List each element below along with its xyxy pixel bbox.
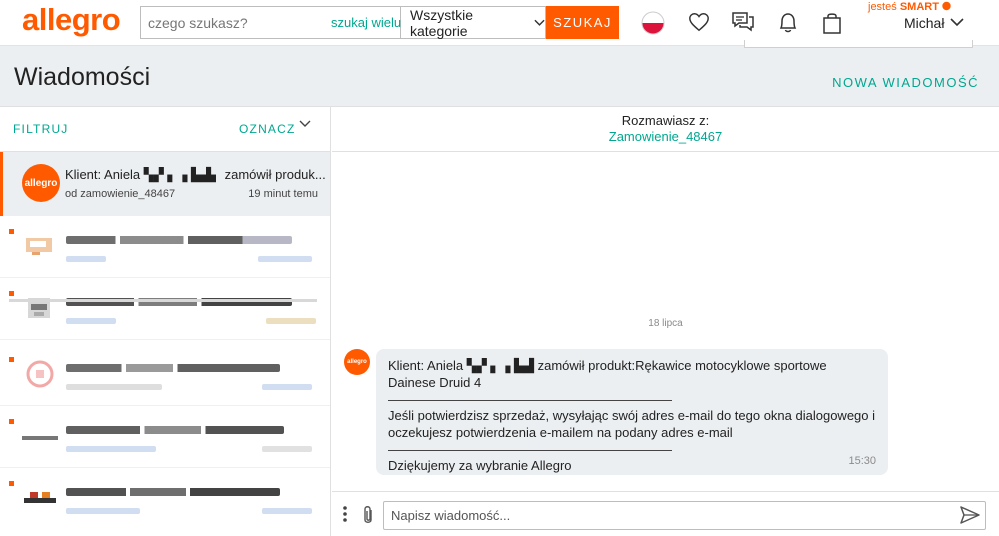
send-icon[interactable]	[959, 505, 981, 525]
unread-dot	[9, 291, 14, 296]
pixelated-text	[66, 488, 280, 496]
pixelated-thumbnail	[26, 360, 54, 388]
list-item[interactable]	[0, 468, 330, 530]
message-line: oczekujesz potwierdzenia e-mailem na pod…	[388, 425, 733, 440]
list-item[interactable]	[0, 216, 330, 278]
message-line: Dziękujemy za wybranie Allegro	[388, 458, 572, 473]
conversation-item-active[interactable]: allegro Klient: Aniela ▚▞ ▖▗ ▙▟▖ zamówił…	[0, 152, 330, 216]
mark-button[interactable]: OZNACZ	[239, 122, 296, 136]
pixelated-thumbnail	[26, 238, 52, 255]
more-options-icon[interactable]	[341, 504, 349, 524]
mark-chevron-icon[interactable]	[299, 120, 311, 128]
smart-label: SMART	[899, 1, 939, 13]
list-item[interactable]	[0, 406, 330, 468]
search-button[interactable]: SZUKAJ	[546, 6, 619, 39]
chevron-down-icon	[534, 19, 545, 26]
user-name[interactable]: Michał	[904, 15, 944, 31]
unread-dot	[9, 419, 14, 424]
pixelated-text	[66, 318, 116, 324]
list-toolbar: FILTRUJ OZNACZ	[0, 107, 330, 152]
pixelated-thumbnail	[24, 492, 56, 503]
unread-dot	[9, 481, 14, 486]
pixelated-thumbnail	[22, 436, 58, 440]
pixelated-text	[258, 256, 312, 262]
list-item[interactable]	[0, 344, 330, 406]
message-avatar: allegro	[344, 349, 370, 375]
smart-info-icon	[942, 1, 951, 11]
chatting-with-label: Rozmawiasz z:	[621, 113, 710, 128]
pixelated-text	[66, 426, 284, 434]
category-select[interactable]: Wszystkie kategorie	[400, 6, 546, 39]
user-menu-chevron-icon[interactable]	[950, 18, 964, 27]
pixelated-text	[266, 318, 316, 324]
conversation-view: Rozmawiasz z: Zamowienie_48467 18 lipca …	[332, 107, 999, 536]
conversation-list: FILTRUJ OZNACZ allegro Klient: Aniela ▚▞…	[0, 107, 331, 536]
message-line: Jeśli potwierdzisz sprzedaż, wysyłając s…	[388, 408, 876, 423]
pixelated-text	[66, 236, 292, 244]
message-divider	[388, 393, 672, 401]
seller-avatar: allegro	[22, 164, 60, 202]
chatting-with-link[interactable]: Zamowienie_48467	[332, 129, 999, 144]
category-label: Wszystkie kategorie	[410, 6, 473, 39]
message-divider	[388, 443, 672, 451]
pixelated-text	[262, 446, 312, 452]
message-input[interactable]	[383, 501, 986, 530]
unread-dot	[9, 357, 14, 362]
new-message-button[interactable]: NOWA WIADOMOŚĆ	[832, 75, 979, 90]
page-title: Wiadomości	[14, 63, 151, 91]
conversation-time: 19 minut temu	[248, 188, 318, 200]
scroll-divider	[9, 299, 317, 302]
pixelated-text	[66, 384, 162, 390]
filter-button[interactable]: FILTRUJ	[13, 122, 69, 136]
message-bubble: Klient: Aniela ▚▞ ▖▗ ▙▟ zamówił produkt:…	[376, 349, 888, 475]
dropdown-edge	[744, 40, 973, 48]
list-item[interactable]	[0, 278, 330, 340]
allegro-logo[interactable]: allegro	[22, 2, 121, 38]
conversation-title: Klient: Aniela ▚▞ ▖▗ ▙▟▖ zamówił produk.…	[65, 167, 326, 182]
date-separator: 18 lipca	[648, 318, 683, 329]
conversation-header: Rozmawiasz z: Zamowienie_48467	[332, 107, 999, 152]
bell-icon[interactable]	[777, 11, 799, 35]
smart-badge[interactable]: jesteś SMART	[868, 1, 951, 13]
unread-dot	[9, 229, 14, 234]
shopping-bag-icon[interactable]	[822, 11, 842, 35]
message-composer	[332, 491, 999, 536]
smart-prefix: jesteś	[868, 1, 897, 13]
search-many-link[interactable]: szukaj wielu	[331, 15, 401, 30]
search-bar: szukaj wielu Wszystkie kategorie SZUKAJ	[140, 6, 620, 39]
pixelated-text	[66, 364, 280, 372]
chat-bubbles-icon[interactable]	[731, 11, 755, 33]
conversation-sender: od zamowienie_48467	[65, 188, 176, 200]
messages-panel: FILTRUJ OZNACZ allegro Klient: Aniela ▚▞…	[0, 106, 999, 536]
message-time: 15:30	[848, 455, 876, 467]
message-line: Klient: Aniela ▚▞ ▖▗ ▙▟ zamówił produkt:…	[388, 358, 827, 390]
pixelated-text	[262, 508, 312, 514]
attachment-icon[interactable]	[361, 504, 375, 526]
pixelated-text	[262, 384, 312, 390]
pixelated-text	[66, 256, 106, 262]
pixelated-text	[66, 508, 140, 514]
heart-icon[interactable]	[688, 11, 710, 33]
poland-flag-icon[interactable]	[641, 11, 665, 35]
pixelated-text	[66, 446, 156, 452]
